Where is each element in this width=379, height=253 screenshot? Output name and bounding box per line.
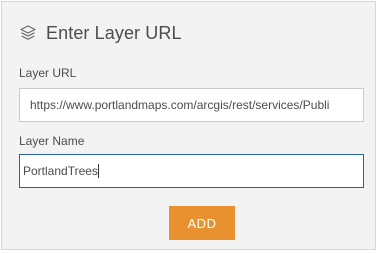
add-layer-panel: Enter Layer URL Layer URL https://www.po…	[1, 1, 376, 250]
layer-name-input[interactable]: PortlandTrees	[19, 154, 364, 188]
panel-title: Enter Layer URL	[46, 22, 182, 43]
text-caret	[97, 164, 99, 178]
add-button[interactable]: ADD	[169, 206, 235, 240]
layer-url-input[interactable]: https://www.portlandmaps.com/arcgis/rest…	[19, 88, 364, 122]
panel-header: Enter Layer URL	[19, 20, 182, 46]
layer-url-value: https://www.portlandmaps.com/arcgis/rest…	[30, 98, 330, 112]
layers-icon	[19, 24, 37, 42]
layer-name-label: Layer Name	[19, 134, 85, 148]
layer-url-label: Layer URL	[19, 66, 77, 80]
layer-name-value: PortlandTrees	[23, 164, 98, 178]
